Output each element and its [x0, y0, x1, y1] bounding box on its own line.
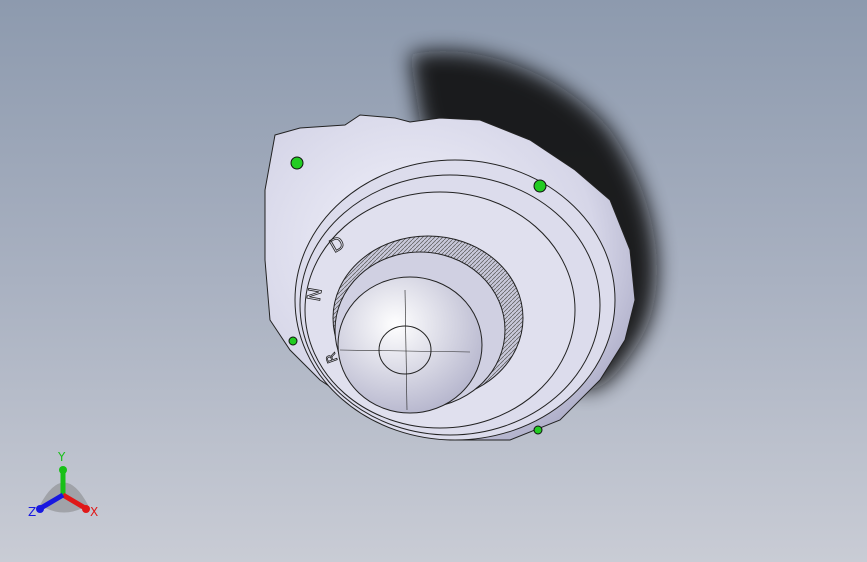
reference-triad[interactable]: Y X Z — [28, 450, 98, 519]
mate-marker-icon — [533, 425, 543, 435]
model-render[interactable]: D N R Y X Z — [0, 0, 867, 562]
graphics-viewport[interactable]: D N R Y X Z — [0, 0, 867, 562]
mate-marker-icon — [533, 179, 547, 193]
mate-marker-icon — [290, 156, 304, 170]
x-axis-label: X — [90, 505, 98, 519]
y-axis-label: Y — [57, 450, 66, 464]
mate-marker-icon — [288, 336, 298, 346]
z-axis-label: Z — [28, 505, 36, 519]
